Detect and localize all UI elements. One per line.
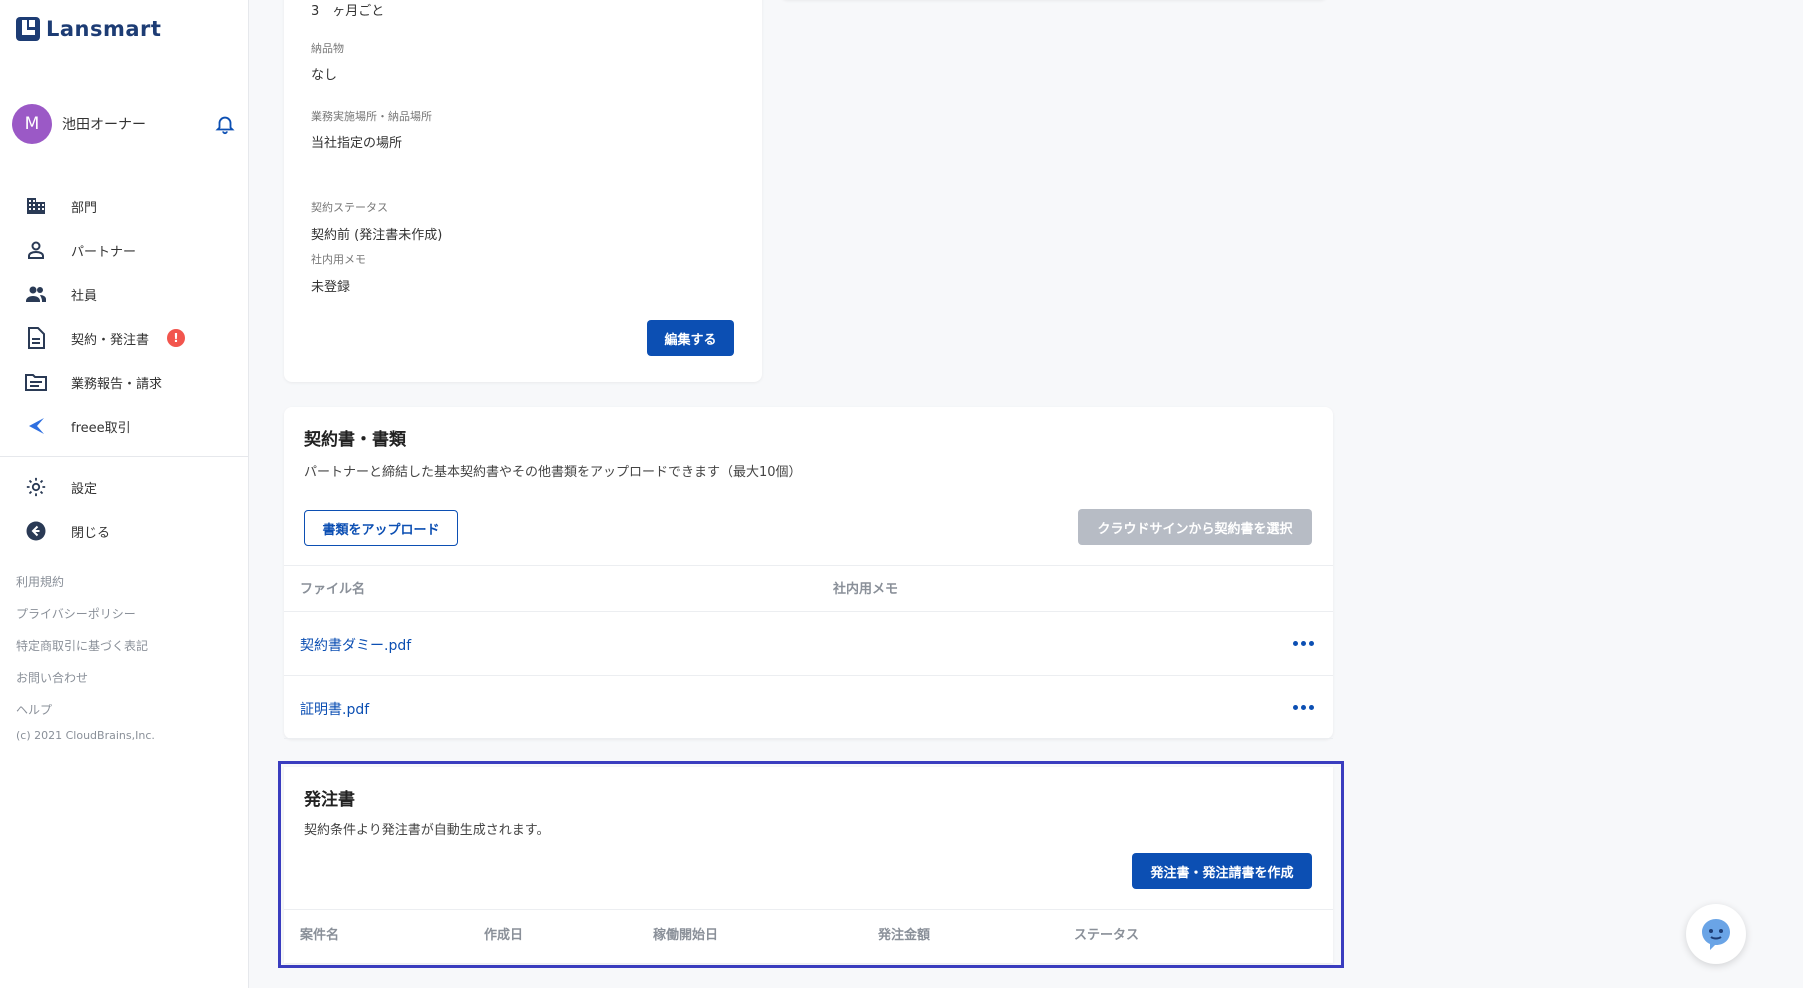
sidebar-item-freee[interactable]: freee取引	[0, 404, 248, 448]
contract-detail-card: 3 ヶ月ごと 納品物 なし 業務実施場所・納品場所 当社指定の場所 契約ステータ…	[284, 0, 762, 382]
column-header-status: ステータス	[1074, 928, 1140, 943]
documents-title: 契約書・書類	[304, 430, 406, 450]
sidebar-item-contracts[interactable]: 契約・発注書 !	[0, 316, 248, 360]
cloudsign-select-button[interactable]: クラウドサインから契約書を選択	[1078, 509, 1312, 545]
documents-description: パートナーと締結した基本契約書やその他書類をアップロードできます（最大10個）	[304, 465, 802, 480]
arrow-left-circle-icon	[24, 519, 48, 543]
sidebar-item-label: 設定	[71, 481, 98, 497]
user-name: 池田オーナー	[62, 117, 146, 133]
footer-link-help[interactable]: ヘルプ	[16, 693, 155, 725]
logo-text: Lansmart	[46, 17, 162, 41]
upload-document-button[interactable]: 書類をアップロード	[304, 510, 458, 546]
file-link[interactable]: 契約書ダミー.pdf	[300, 635, 411, 655]
people-icon	[24, 282, 48, 306]
sidebar-item-label: 業務報告・請求	[71, 376, 163, 392]
create-purchase-order-button[interactable]: 発注書・発注請書を作成	[1132, 853, 1312, 889]
folder-icon	[24, 370, 48, 394]
logo[interactable]: Lansmart	[16, 17, 161, 41]
sidebar-item-label: freee取引	[71, 420, 131, 436]
location-value: 当社指定の場所	[311, 136, 403, 151]
table-divider	[284, 611, 1333, 612]
sidebar-item-employees[interactable]: 社員	[0, 272, 248, 316]
sidebar-item-close[interactable]: 閉じる	[0, 509, 248, 553]
sidebar-item-reports[interactable]: 業務報告・請求	[0, 360, 248, 404]
sidebar-item-label: 契約・発注書	[71, 332, 150, 348]
sidebar: Lansmart M 池田オーナー 部門 パートナー 社員 契約・発注書 ! 業…	[0, 0, 249, 988]
table-divider	[284, 565, 1333, 566]
logo-icon	[16, 17, 40, 41]
file-link[interactable]: 証明書.pdf	[300, 699, 369, 719]
purchase-order-card: 発注書 契約条件より発注書が自動生成されます。 発注書・発注請書を作成 案件名 …	[284, 767, 1333, 963]
purchase-order-description: 契約条件より発注書が自動生成されます。	[304, 823, 550, 838]
footer-link-privacy[interactable]: プライバシーポリシー	[16, 597, 155, 629]
sidebar-item-settings[interactable]: 設定	[0, 465, 248, 509]
column-header-filename: ファイル名	[300, 582, 366, 597]
alert-badge: !	[167, 329, 186, 347]
location-label: 業務実施場所・納品場所	[311, 110, 432, 123]
memo-label: 社内用メモ	[311, 253, 366, 266]
copyright: (c) 2021 CloudBrains,Inc.	[16, 729, 155, 742]
footer-link-contact[interactable]: お問い合わせ	[16, 661, 155, 693]
edit-button[interactable]: 編集する	[647, 320, 734, 356]
main-nav: 部門 パートナー 社員 契約・発注書 ! 業務報告・請求 freee取引	[0, 184, 248, 448]
table-divider	[284, 738, 1333, 739]
documents-card: 契約書・書類 パートナーと締結した基本契約書やその他書類をアップロードできます（…	[284, 407, 1333, 739]
footer-link-terms[interactable]: 利用規約	[16, 565, 155, 597]
status-value: 契約前 (発注書未作成)	[311, 228, 443, 243]
chat-bot-icon	[1702, 919, 1730, 950]
nav-divider	[0, 456, 248, 457]
more-options-icon[interactable]	[1293, 641, 1314, 646]
building-icon	[24, 194, 48, 218]
memo-value: 未登録	[311, 280, 351, 295]
secondary-nav: 設定 閉じる	[0, 465, 248, 553]
more-options-icon[interactable]	[1293, 705, 1314, 710]
avatar[interactable]: M	[12, 104, 52, 144]
freee-icon	[24, 414, 48, 438]
footer-links: 利用規約 プライバシーポリシー 特定商取引に基づく表記 お問い合わせ ヘルプ (…	[16, 565, 155, 743]
sidebar-item-departments[interactable]: 部門	[0, 184, 248, 228]
status-label: 契約ステータス	[311, 201, 388, 214]
sidebar-item-label: 閉じる	[71, 525, 111, 541]
column-header-amount: 発注金額	[878, 928, 931, 943]
column-header-created: 作成日	[484, 928, 524, 943]
table-divider	[284, 909, 1333, 910]
sidebar-item-label: パートナー	[71, 244, 137, 260]
deliverable-label: 納品物	[311, 42, 344, 55]
column-header-start: 稼働開始日	[653, 928, 719, 943]
user-profile[interactable]: M 池田オーナー	[12, 104, 236, 144]
chat-support-button[interactable]	[1686, 904, 1746, 964]
sidebar-item-partners[interactable]: パートナー	[0, 228, 248, 272]
footer-link-commerce[interactable]: 特定商取引に基づく表記	[16, 629, 155, 661]
table-divider	[284, 675, 1333, 676]
interval-value: 3 ヶ月ごと	[311, 4, 385, 19]
column-header-memo: 社内用メモ	[833, 582, 899, 597]
deliverable-value: なし	[311, 68, 338, 83]
sidebar-item-label: 社員	[71, 288, 98, 304]
person-icon	[24, 238, 48, 262]
column-header-project: 案件名	[300, 928, 340, 943]
bell-icon[interactable]	[214, 113, 236, 135]
sidebar-item-label: 部門	[71, 200, 98, 216]
document-icon	[24, 326, 48, 350]
purchase-order-title: 発注書	[304, 790, 355, 810]
gear-icon	[24, 475, 48, 499]
